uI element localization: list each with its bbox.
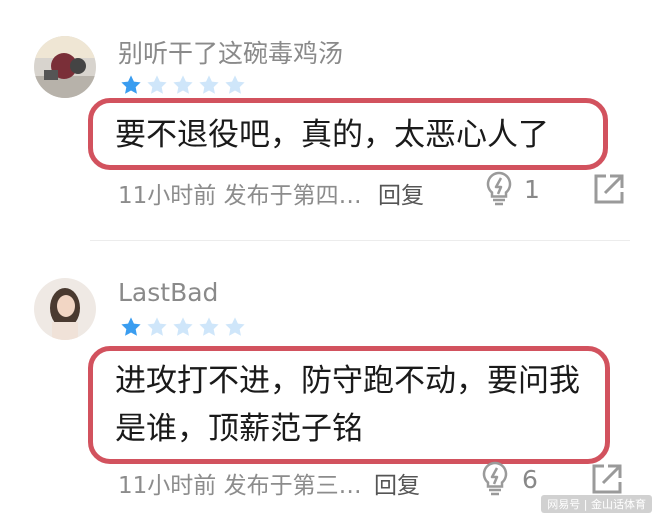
comment-highlight-box: 要不退役吧，真的，太恶心人了 bbox=[88, 98, 608, 170]
star-icon bbox=[147, 317, 167, 336]
star-icon bbox=[121, 317, 141, 336]
comment-published: 发布于第四… bbox=[223, 183, 362, 209]
star-icon bbox=[147, 75, 167, 94]
comment-published: 发布于第三… bbox=[223, 473, 362, 499]
lightbulb-icon[interactable] bbox=[478, 460, 512, 496]
comment-time: 11小时前 bbox=[118, 183, 217, 209]
share-icon[interactable] bbox=[592, 172, 626, 206]
username[interactable]: 别听干了这碗毒鸡汤 bbox=[118, 34, 343, 70]
star-icon bbox=[199, 317, 219, 336]
comment-meta: 11小时前 发布于第三… bbox=[118, 466, 362, 500]
star-icon bbox=[199, 75, 219, 94]
avatar[interactable] bbox=[34, 278, 96, 340]
star-icon bbox=[173, 317, 193, 336]
comment-text: 进攻打不进，防守跑不动，要问我 bbox=[115, 363, 580, 399]
divider bbox=[90, 240, 630, 241]
star-rating bbox=[120, 74, 246, 96]
comment-text: 是谁，顶薪范子铭 bbox=[115, 411, 363, 447]
watermark: 网易号 | 金山话体育 bbox=[541, 495, 652, 513]
comment-text: 要不退役吧，真的，太恶心人了 bbox=[115, 117, 549, 153]
comment-highlight-box: 进攻打不进，防守跑不动，要问我 是谁，顶薪范子铭 bbox=[88, 346, 610, 464]
reply-button[interactable]: 回复 bbox=[374, 466, 420, 500]
comment-time: 11小时前 bbox=[118, 473, 217, 499]
username[interactable]: LastBad bbox=[118, 278, 218, 307]
like-count: 1 bbox=[524, 175, 540, 204]
star-rating bbox=[120, 316, 246, 338]
share-icon[interactable] bbox=[590, 462, 624, 496]
star-icon bbox=[225, 75, 245, 94]
star-icon bbox=[225, 317, 245, 336]
like-count: 6 bbox=[522, 465, 538, 494]
star-icon bbox=[121, 75, 141, 94]
avatar[interactable] bbox=[34, 36, 96, 98]
star-icon bbox=[173, 75, 193, 94]
comment-meta: 11小时前 发布于第四… bbox=[118, 176, 362, 210]
reply-button[interactable]: 回复 bbox=[378, 176, 424, 210]
lightbulb-icon[interactable] bbox=[482, 170, 516, 206]
